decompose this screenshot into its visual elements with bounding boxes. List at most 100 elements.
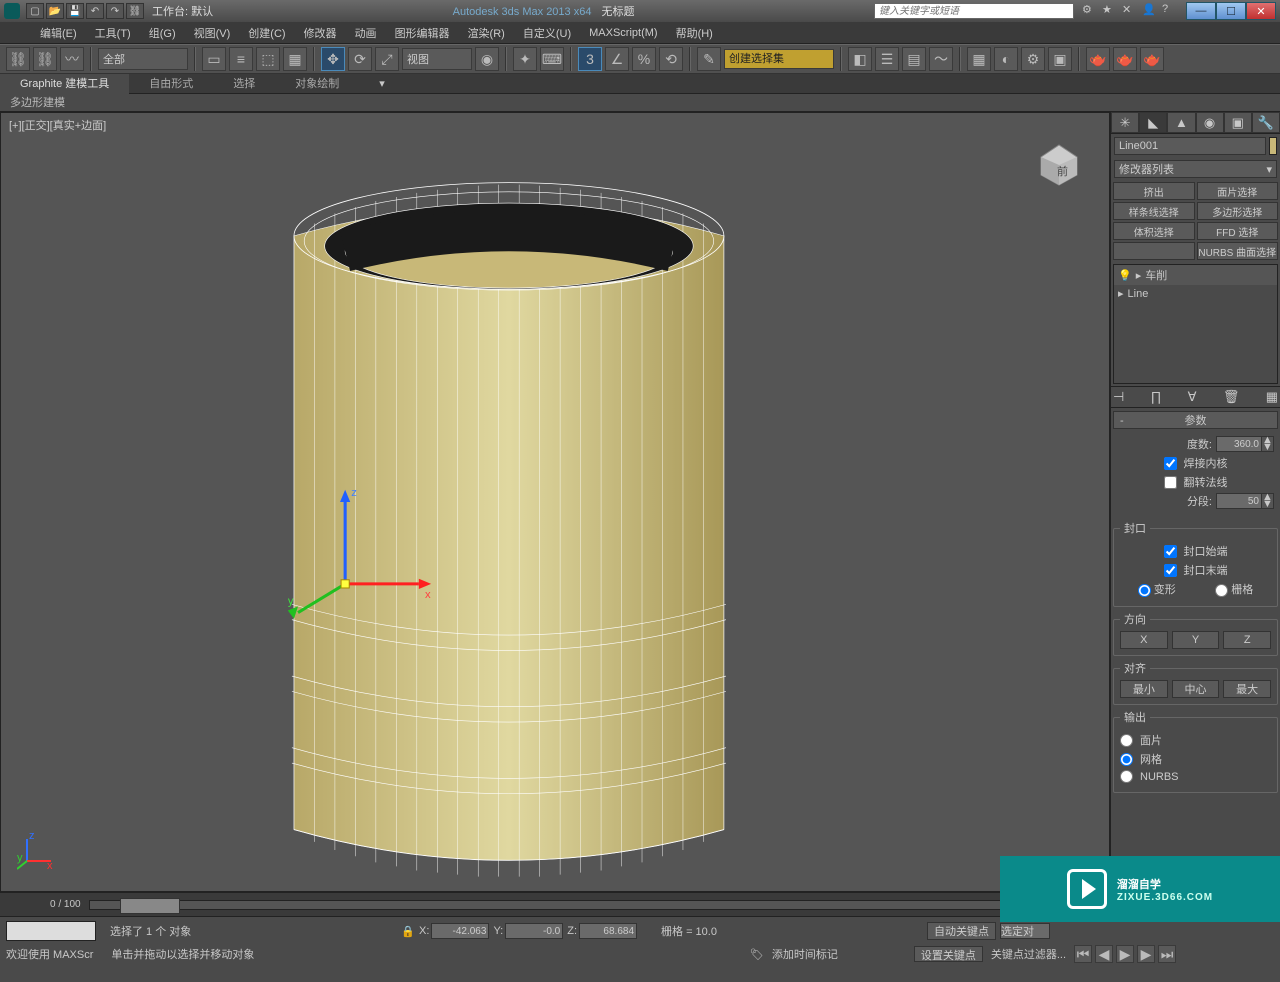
render-icon[interactable]: 🫖: [1086, 47, 1110, 71]
bind-spacewarp-icon[interactable]: 〰: [60, 47, 84, 71]
mod-patchsel[interactable]: 面片选择: [1197, 182, 1279, 200]
workspace-label[interactable]: 工作台: 默认: [152, 3, 213, 19]
select-object-icon[interactable]: ▭: [202, 47, 226, 71]
autokey-button[interactable]: 自动关键点: [927, 922, 996, 940]
next-frame-icon[interactable]: ▶: [1137, 945, 1155, 963]
selection-filter-dropdown[interactable]: 全部: [98, 48, 188, 70]
tab-graphite[interactable]: Graphite 建模工具: [0, 74, 129, 94]
close-button[interactable]: ✕: [1246, 2, 1276, 20]
coord-z-input[interactable]: [579, 923, 637, 939]
menu-view[interactable]: 视图(V): [194, 25, 231, 41]
bulb-icon[interactable]: 💡: [1118, 269, 1132, 282]
output-patch-radio[interactable]: [1120, 734, 1133, 747]
align-min-button[interactable]: 最小: [1120, 680, 1168, 698]
degrees-input[interactable]: [1216, 436, 1262, 452]
keyfilter-button[interactable]: 关键点过滤器...: [991, 946, 1066, 962]
menu-tools[interactable]: 工具(T): [95, 25, 131, 41]
ribbon-expand-icon[interactable]: ▾: [379, 77, 385, 90]
named-selection-edit-icon[interactable]: ✎: [697, 47, 721, 71]
mod-nurbssel[interactable]: NURBS 曲面选择: [1197, 242, 1279, 260]
axis-x-button[interactable]: X: [1120, 631, 1168, 649]
mod-empty[interactable]: [1113, 242, 1195, 260]
menu-create[interactable]: 创建(C): [248, 25, 285, 41]
rotate-tool-icon[interactable]: ⟳: [348, 47, 372, 71]
modifier-stack[interactable]: 💡▸车削 ▸Line: [1113, 264, 1278, 384]
render-iterative-icon[interactable]: 🫖: [1140, 47, 1164, 71]
flip-normals-checkbox[interactable]: [1164, 476, 1177, 489]
time-thumb[interactable]: [120, 898, 180, 914]
stack-item-lathe[interactable]: 💡▸车削: [1114, 265, 1277, 285]
keyboard-shortcut-icon[interactable]: ⌨: [540, 47, 564, 71]
menu-rendering[interactable]: 渲染(R): [468, 25, 505, 41]
mod-volsel[interactable]: 体积选择: [1113, 222, 1195, 240]
percent-snap-icon[interactable]: %: [632, 47, 656, 71]
menu-group[interactable]: 组(G): [149, 25, 176, 41]
output-nurbs-radio[interactable]: [1120, 770, 1133, 783]
rollout-params-header[interactable]: 参数: [1113, 411, 1278, 429]
app-icon[interactable]: [4, 3, 20, 19]
coord-x-input[interactable]: [431, 923, 489, 939]
named-selection-input[interactable]: 创建选择集: [724, 49, 834, 69]
create-tab-icon[interactable]: ✳: [1111, 112, 1139, 133]
coord-y-input[interactable]: [505, 923, 563, 939]
segments-input[interactable]: [1216, 493, 1262, 509]
remove-mod-icon[interactable]: 🗑: [1223, 389, 1240, 405]
menu-modifiers[interactable]: 修改器: [304, 25, 337, 41]
prev-frame-icon[interactable]: ◀: [1095, 945, 1113, 963]
render-frame-icon[interactable]: ▣: [1048, 47, 1072, 71]
viewcube[interactable]: 前: [1029, 133, 1089, 193]
open-icon[interactable]: 📂: [46, 3, 64, 19]
material-editor-icon[interactable]: ◐: [994, 47, 1018, 71]
menu-maxscript[interactable]: MAXScript(M): [589, 27, 657, 39]
infocenter-icon[interactable]: ⚙: [1082, 3, 1098, 19]
manipulate-icon[interactable]: ✦: [513, 47, 537, 71]
menu-edit[interactable]: 编辑(E): [40, 25, 77, 41]
mod-extrude[interactable]: 挤出: [1113, 182, 1195, 200]
configure-icon[interactable]: ▦: [1266, 389, 1278, 405]
timetag-icon[interactable]: 🏷: [750, 948, 764, 961]
align-center-button[interactable]: 中心: [1172, 680, 1220, 698]
undo-icon[interactable]: ↶: [86, 3, 104, 19]
axis-y-button[interactable]: Y: [1172, 631, 1220, 649]
mod-ffdsel[interactable]: FFD 选择: [1197, 222, 1279, 240]
cap-end-checkbox[interactable]: [1164, 564, 1177, 577]
unlink-tool-icon[interactable]: ⛓: [33, 47, 57, 71]
grid-radio[interactable]: [1215, 584, 1228, 597]
menu-customize[interactable]: 自定义(U): [523, 25, 571, 41]
curve-editor-icon[interactable]: 〜: [929, 47, 953, 71]
minimize-button[interactable]: —: [1186, 2, 1216, 20]
help-search-input[interactable]: [874, 3, 1074, 19]
menu-grapheditors[interactable]: 图形编辑器: [395, 25, 450, 41]
mod-splinesel[interactable]: 样条线选择: [1113, 202, 1195, 220]
object-name-input[interactable]: [1114, 137, 1266, 155]
move-tool-icon[interactable]: ✥: [321, 47, 345, 71]
signin-icon[interactable]: 👤: [1142, 3, 1158, 19]
window-crossing-icon[interactable]: ▦: [283, 47, 307, 71]
setkey-button[interactable]: 设置关键点: [914, 946, 983, 962]
select-region-icon[interactable]: ⬚: [256, 47, 280, 71]
play-icon[interactable]: ▶: [1116, 945, 1134, 963]
exchange-icon[interactable]: ✕: [1122, 3, 1138, 19]
spinner-snap-icon[interactable]: ⟲: [659, 47, 683, 71]
layer-icon[interactable]: ▤: [902, 47, 926, 71]
goto-start-icon[interactable]: ⏮: [1074, 945, 1092, 963]
hierarchy-tab-icon[interactable]: ▲: [1167, 112, 1195, 133]
select-name-icon[interactable]: ≡: [229, 47, 253, 71]
axis-z-button[interactable]: Z: [1223, 631, 1271, 649]
modifier-list-dropdown[interactable]: 修改器列表▾: [1114, 160, 1277, 178]
pin-stack-icon[interactable]: ⊣: [1113, 389, 1124, 405]
save-icon[interactable]: 💾: [66, 3, 84, 19]
ribbon-sub[interactable]: 多边形建模: [0, 94, 1280, 112]
menu-help[interactable]: 帮助(H): [676, 25, 713, 41]
tab-selection[interactable]: 选择: [213, 74, 275, 94]
schematic-icon[interactable]: ▦: [967, 47, 991, 71]
angle-snap-icon[interactable]: ∠: [605, 47, 629, 71]
lock-icon[interactable]: 🔒: [401, 925, 415, 938]
star-icon[interactable]: ★: [1102, 3, 1118, 19]
utilities-tab-icon[interactable]: 🔧: [1252, 112, 1280, 133]
refcoord-dropdown[interactable]: 视图: [402, 48, 472, 70]
cap-start-checkbox[interactable]: [1164, 545, 1177, 558]
help-icon[interactable]: ?: [1162, 3, 1178, 19]
object-color-swatch[interactable]: [1269, 137, 1277, 155]
morph-radio[interactable]: [1138, 584, 1151, 597]
